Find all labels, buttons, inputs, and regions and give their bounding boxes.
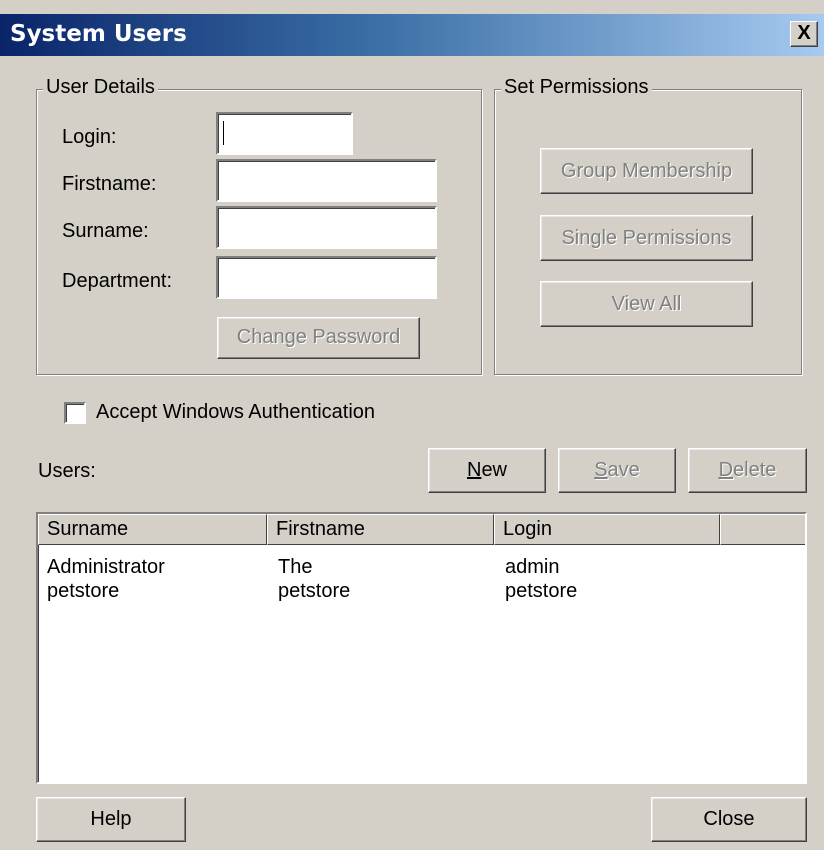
single-permissions-button[interactable]: Single Permissions xyxy=(540,215,753,261)
windows-auth-checkbox[interactable] xyxy=(64,402,86,424)
column-header-surname[interactable]: Surname xyxy=(38,514,267,545)
cell-surname: Administrator xyxy=(47,556,165,578)
close-window-button[interactable]: X xyxy=(790,21,818,47)
column-header-firstname[interactable]: Firstname xyxy=(267,514,494,545)
delete-mnemonic: D xyxy=(718,459,734,481)
view-all-button[interactable]: View All xyxy=(540,281,753,327)
save-mnemonic: S xyxy=(594,459,608,481)
new-button[interactable]: New xyxy=(428,448,546,493)
change-password-button[interactable]: Change Password xyxy=(217,317,420,359)
windows-auth-label[interactable]: Accept Windows Authentication xyxy=(96,401,375,424)
group-membership-button[interactable]: Group Membership xyxy=(540,148,753,194)
column-header-login[interactable]: Login xyxy=(494,514,720,545)
users-list[interactable]: Surname Firstname Login Administrator Th… xyxy=(36,512,807,784)
firstname-label: Firstname: xyxy=(62,173,157,195)
surname-field[interactable] xyxy=(216,206,437,249)
save-label: ave xyxy=(607,459,640,481)
close-button[interactable]: Close xyxy=(651,797,807,842)
surname-label: Surname: xyxy=(62,220,149,242)
cell-login: admin xyxy=(505,556,560,578)
user-details-legend: User Details xyxy=(43,76,158,99)
title-bar[interactable]: System Users X xyxy=(0,14,824,56)
cell-surname: petstore xyxy=(47,580,120,602)
text-caret xyxy=(223,121,224,145)
department-label: Department: xyxy=(62,270,173,292)
login-field[interactable] xyxy=(216,112,353,155)
users-list-header: Surname Firstname Login xyxy=(38,514,805,545)
delete-button[interactable]: Delete xyxy=(688,448,807,493)
set-permissions-legend: Set Permissions xyxy=(501,76,652,99)
delete-label: elete xyxy=(733,459,777,481)
new-label: ew xyxy=(481,459,508,481)
window-title: System Users xyxy=(10,21,187,47)
cell-firstname: petstore xyxy=(278,580,351,602)
cell-firstname: The xyxy=(278,556,313,578)
save-button[interactable]: Save xyxy=(558,448,676,493)
cell-login: petstore xyxy=(505,580,578,602)
table-row[interactable]: Administrator The admin xyxy=(38,556,805,578)
close-icon: X xyxy=(797,22,811,44)
new-mnemonic: N xyxy=(466,459,482,481)
table-row[interactable]: petstore petstore petstore xyxy=(38,580,805,602)
firstname-field[interactable] xyxy=(216,159,437,202)
system-users-dialog: System Users X User Details Login: First… xyxy=(0,0,824,850)
users-label: Users: xyxy=(38,460,96,482)
column-header-empty xyxy=(720,514,805,545)
department-field[interactable] xyxy=(216,256,437,299)
login-label: Login: xyxy=(62,126,117,148)
help-button[interactable]: Help xyxy=(36,797,186,842)
